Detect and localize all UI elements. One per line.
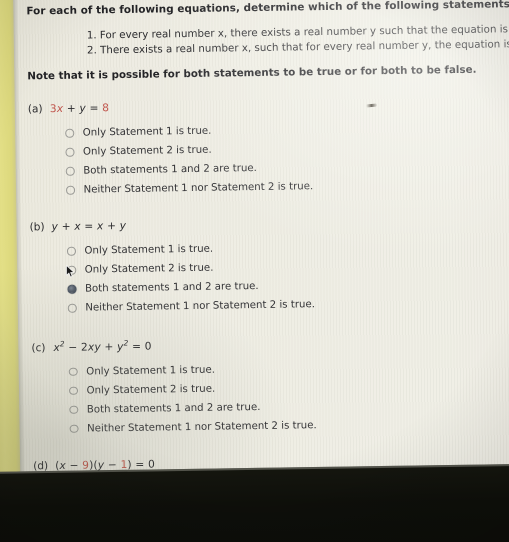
question-a-label: (a) [27,103,43,116]
page-title: For each of the following equations, det… [26,0,509,18]
option-label: Only Statement 2 is true. [86,383,216,397]
monitor-screen: For each of the following equations, det… [0,0,509,484]
option-label: Only Statement 1 is true. [82,125,212,139]
option-label: Both statements 1 and 2 are true. [83,163,257,177]
screen-photo: For each of the following equations, det… [0,0,509,542]
radio-icon[interactable] [65,166,75,176]
option-label: Both statements 1 and 2 are true. [84,280,259,295]
question-c-label: (c) [31,341,46,354]
radio-icon[interactable] [69,424,79,434]
question-b-label: (b) [29,221,45,234]
radio-icon[interactable] [69,405,78,415]
question-c: (c) x2 − 2xy + y2 = 0 Only Statement 1 is… [31,332,502,438]
radio-icon[interactable] [65,147,75,157]
question-c-heading: (c) x2 − 2xy + y2 = 0 [31,332,501,354]
question-b-equation: y + x = x + y [51,219,127,234]
mouse-cursor-icon [66,265,75,278]
question-a-heading: (a) 3x + y = 8 [28,96,498,115]
radio-icon[interactable] [66,246,76,256]
option-label: Both statements 1 and 2 are true. [86,401,261,416]
option-label: Neither Statement 1 nor Statement 2 is t… [83,181,314,196]
option-label: Only Statement 1 is true. [84,243,214,257]
question-c-options: Only Statement 1 is true. Only Statement… [68,356,503,438]
option-label: Only Statement 2 is true. [82,144,212,158]
question-a: (a) 3x + y = 8 Only Statement 1 is true. … [28,96,499,200]
option-label: Neither Statement 1 nor Statement 2 is t… [87,419,317,435]
statement-2-text: 2. There exists a real number x, such th… [86,37,509,57]
option-label: Only Statement 1 is true. [86,364,216,378]
question-a-equation: 3x + y = 8 [49,102,110,116]
question-b-heading: (b) y + x = x + y [30,214,500,233]
quiz-content: For each of the following equations, det… [26,0,509,484]
question-b: (b) y + x = x + y Only Statement 1 is tru… [30,214,501,318]
radio-icon[interactable] [67,303,77,313]
question-c-equation: x2 − 2xy + y2 = 0 [53,337,152,354]
radio-icon[interactable] [66,185,75,195]
radio-icon[interactable] [68,386,78,396]
monitor-bezel [0,463,509,542]
question-b-options: Only Statement 1 is true. Only Statement… [66,235,501,317]
radio-icon[interactable] [65,128,74,138]
statement-2: 2. There exists a real number x, such th… [87,38,509,57]
question-a-options: Only Statement 1 is true. Only Statement… [65,117,499,199]
option-label: Neither Statement 1 nor Statement 2 is t… [85,299,316,314]
statement-list: 1. For every real number x, there exists… [87,23,509,57]
note-text: Note that it is possible for both statem… [27,63,477,83]
radio-icon-checked[interactable] [67,284,77,294]
option-label: Only Statement 2 is true. [84,262,214,276]
radio-icon[interactable] [68,367,78,377]
